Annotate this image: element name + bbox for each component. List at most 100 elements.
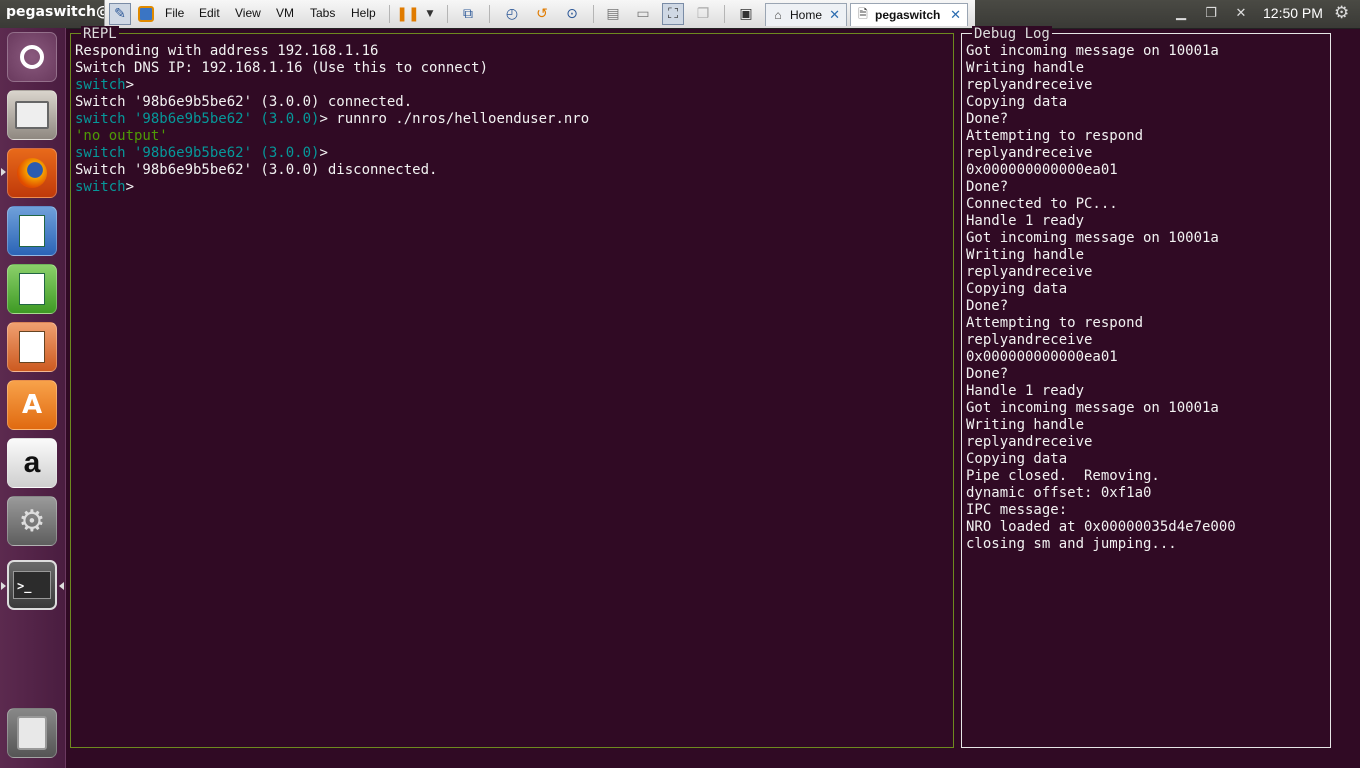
repl-text: > — [319, 145, 328, 161]
libreoffice-calc-icon[interactable] — [7, 264, 57, 314]
repl-text: > runnro ./nros/helloenduser.nro — [319, 111, 590, 127]
repl-line: Switch '98b6e9b5be62' (3.0.0) connected. — [75, 94, 951, 111]
repl-line: switch> — [75, 77, 951, 94]
debug-log-line: Attempting to respond — [966, 128, 1144, 144]
menu-vm[interactable]: VM — [276, 6, 294, 20]
minimize-icon[interactable]: ▁ — [1172, 5, 1190, 23]
vm-toolbar: ✎ File Edit View VM Tabs Help ❚❚ ▼ ⧉ ◴ ↺… — [104, 0, 975, 28]
repl-text: Switch '98b6e9b5be62' (3.0.0) connected. — [75, 94, 413, 110]
fullscreen-icon[interactable]: ⛶ — [662, 3, 684, 25]
console-view-icon[interactable]: ▭ — [632, 3, 654, 25]
debug-log-line: Copying data — [966, 94, 1068, 110]
firefox-icon[interactable] — [7, 148, 57, 198]
repl-pane[interactable]: REPL Responding with address 192.168.1.1… — [70, 26, 954, 748]
repl-text: Switch '98b6e9b5be62' (3.0.0) disconnect… — [75, 162, 438, 178]
debug-log-line: replyandreceive — [966, 434, 1093, 450]
repl-output: Responding with address 192.168.1.16 Swit… — [75, 43, 951, 196]
files-icon[interactable] — [7, 90, 57, 140]
debug-log-line: replyandreceive — [966, 264, 1093, 280]
repl-text: Switch DNS IP: 192.168.1.16 (Use this to… — [75, 60, 489, 76]
menu-file[interactable]: File — [165, 6, 184, 20]
debug-log-line: Done? — [966, 179, 1009, 195]
debug-log-line: Done? — [966, 366, 1009, 382]
close-icon[interactable]: ✕ — [829, 7, 840, 23]
debug-log-output: Got incoming message on 10001a Writing ha… — [966, 43, 1328, 553]
tab-pegaswitch[interactable]: 🗎 pegaswitch ✕ — [850, 3, 968, 26]
pin-icon[interactable]: ✎ — [109, 3, 131, 25]
vm-icon: 🗎 — [858, 6, 868, 21]
window-controls: ▁ ❐ ✕ — [1170, 0, 1256, 28]
repl-title: REPL — [81, 26, 119, 42]
network-icon[interactable]: ⧉ — [457, 3, 479, 25]
libreoffice-writer-icon[interactable] — [7, 206, 57, 256]
debug-log-line: Writing handle — [966, 417, 1085, 433]
menu-tabs[interactable]: Tabs — [310, 6, 335, 20]
snapshot-icon[interactable]: ◴ — [501, 3, 523, 25]
repl-line: Switch '98b6e9b5be62' (3.0.0) disconnect… — [75, 162, 951, 179]
amazon-letter: a — [23, 446, 41, 479]
debug-log-title: Debug Log — [972, 26, 1052, 42]
amazon-icon[interactable]: a — [7, 438, 57, 488]
repl-line: 'no output' — [75, 128, 951, 145]
debug-log-line: Attempting to respond — [966, 315, 1144, 331]
clock[interactable]: 12:50 PM — [1263, 5, 1323, 21]
repl-text: > — [125, 179, 135, 195]
debug-log-line: Connected to PC... — [966, 196, 1118, 212]
vm-app-icon[interactable] — [135, 3, 157, 25]
debug-log-line: Copying data — [966, 281, 1068, 297]
sidebar-icon[interactable]: ▤ — [602, 3, 624, 25]
debug-log-line: Got incoming message on 10001a — [966, 400, 1219, 416]
menu-edit[interactable]: Edit — [199, 6, 220, 20]
repl-line: switch '98b6e9b5be62' (3.0.0)> — [75, 145, 951, 162]
tab-home[interactable]: ⌂ Home ✕ — [765, 3, 847, 26]
top-panel: pegaswitch@ ✎ File Edit View VM Tabs Hel… — [0, 0, 1360, 29]
system-settings-icon[interactable]: ⚙ — [7, 496, 57, 546]
close-window-icon[interactable]: ✕ — [1232, 5, 1250, 23]
pause-icon[interactable]: ❚❚ — [396, 3, 419, 25]
home-icon: ⌂ — [774, 8, 782, 22]
debug-log-line: Handle 1 ready — [966, 213, 1085, 229]
debug-log-line: 0x000000000000ea01 — [966, 349, 1118, 365]
debug-log-line: Writing handle — [966, 247, 1085, 263]
debug-log-line: Done? — [966, 111, 1009, 127]
debug-log-line: NRO loaded at 0x00000035d4e7e000 — [966, 519, 1236, 535]
repl-text: switch '98b6e9b5be62' (3.0.0) — [75, 111, 320, 127]
debug-log-line: Got incoming message on 10001a — [966, 43, 1219, 59]
menu-help[interactable]: Help — [351, 6, 376, 20]
snapshot-manager-icon[interactable]: ⊙ — [561, 3, 583, 25]
ubuntu-software-icon[interactable]: A — [7, 380, 57, 430]
debug-log-pane[interactable]: Debug Log Got incoming message on 10001a… — [961, 26, 1331, 748]
revert-snapshot-icon[interactable]: ↺ — [531, 3, 553, 25]
terminal-prompt: >_ — [13, 571, 51, 599]
debug-log-line: Pipe closed. Removing. — [966, 468, 1160, 484]
repl-text: switch — [75, 77, 126, 93]
ubuntu-dash-icon[interactable] — [7, 32, 57, 82]
chevron-down-icon[interactable]: ▼ — [419, 3, 441, 25]
trash-icon[interactable] — [7, 708, 57, 758]
debug-log-line: dynamic offset: 0xf1a0 — [966, 485, 1152, 501]
terminal-icon[interactable]: >_ — [7, 560, 57, 610]
library-icon[interactable]: ▣ — [735, 3, 757, 25]
debug-log-line: Handle 1 ready — [966, 383, 1085, 399]
repl-text: switch '98b6e9b5be62' (3.0.0) — [75, 145, 320, 161]
restore-icon[interactable]: ❐ — [1202, 5, 1220, 23]
debug-log-line: Copying data — [966, 451, 1068, 467]
debug-log-line: replyandreceive — [966, 77, 1093, 93]
repl-line: switch '98b6e9b5be62' (3.0.0)> runnro ./… — [75, 111, 951, 128]
software-letter: A — [21, 390, 43, 420]
unity-icon[interactable]: ❐ — [692, 3, 714, 25]
debug-log-line: Writing handle — [966, 60, 1085, 76]
repl-text: > — [125, 77, 135, 93]
repl-text: switch — [75, 179, 126, 195]
debug-log-line: IPC message: — [966, 502, 1068, 518]
debug-log-line: Done? — [966, 298, 1009, 314]
close-icon[interactable]: ✕ — [950, 7, 961, 23]
tab-home-label: Home — [790, 8, 823, 22]
repl-line: Switch DNS IP: 192.168.1.16 (Use this to… — [75, 60, 951, 77]
gear-icon[interactable]: ⚙ — [1334, 3, 1349, 23]
tab-pegaswitch-label: pegaswitch — [875, 8, 941, 22]
menu-view[interactable]: View — [235, 6, 261, 20]
libreoffice-impress-icon[interactable] — [7, 322, 57, 372]
debug-log-line: Got incoming message on 10001a — [966, 230, 1219, 246]
repl-text: Responding with address 192.168.1.16 — [75, 43, 379, 59]
